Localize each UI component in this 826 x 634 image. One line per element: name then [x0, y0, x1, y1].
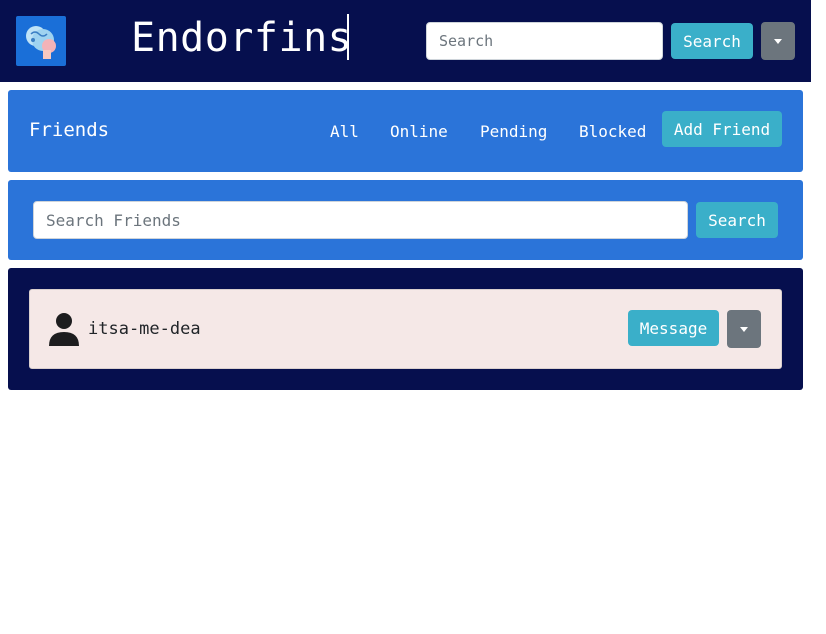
list-item: itsa-me-dea Message: [29, 289, 782, 369]
tab-all[interactable]: All: [330, 122, 359, 141]
friends-list-panel: itsa-me-dea Message: [8, 268, 803, 390]
message-button[interactable]: Message: [628, 310, 719, 346]
friends-header-bar: Friends All Online Pending Blocked Add F…: [8, 90, 803, 172]
brain-logo-icon[interactable]: [16, 16, 66, 66]
app-title: Endorfins: [131, 15, 353, 61]
tab-blocked[interactable]: Blocked: [579, 122, 646, 141]
nav-dropdown-button[interactable]: [761, 22, 795, 60]
top-navbar: Endorfins Search: [0, 0, 811, 82]
user-icon: [49, 313, 79, 346]
caret-down-icon: [774, 38, 782, 44]
friends-search-input[interactable]: [33, 201, 688, 239]
text-cursor: [347, 14, 349, 60]
add-friend-button[interactable]: Add Friend: [662, 111, 782, 147]
tab-pending[interactable]: Pending: [480, 122, 547, 141]
friends-search-panel: Search: [8, 180, 803, 260]
caret-down-icon: [740, 326, 748, 332]
friends-heading: Friends: [29, 119, 110, 141]
nav-search-button[interactable]: Search: [671, 23, 753, 59]
friend-username: itsa-me-dea: [88, 319, 201, 339]
friend-options-dropdown[interactable]: [727, 310, 761, 348]
nav-search-input[interactable]: [426, 22, 663, 60]
friends-search-button[interactable]: Search: [696, 202, 778, 238]
tab-online[interactable]: Online: [390, 122, 448, 141]
